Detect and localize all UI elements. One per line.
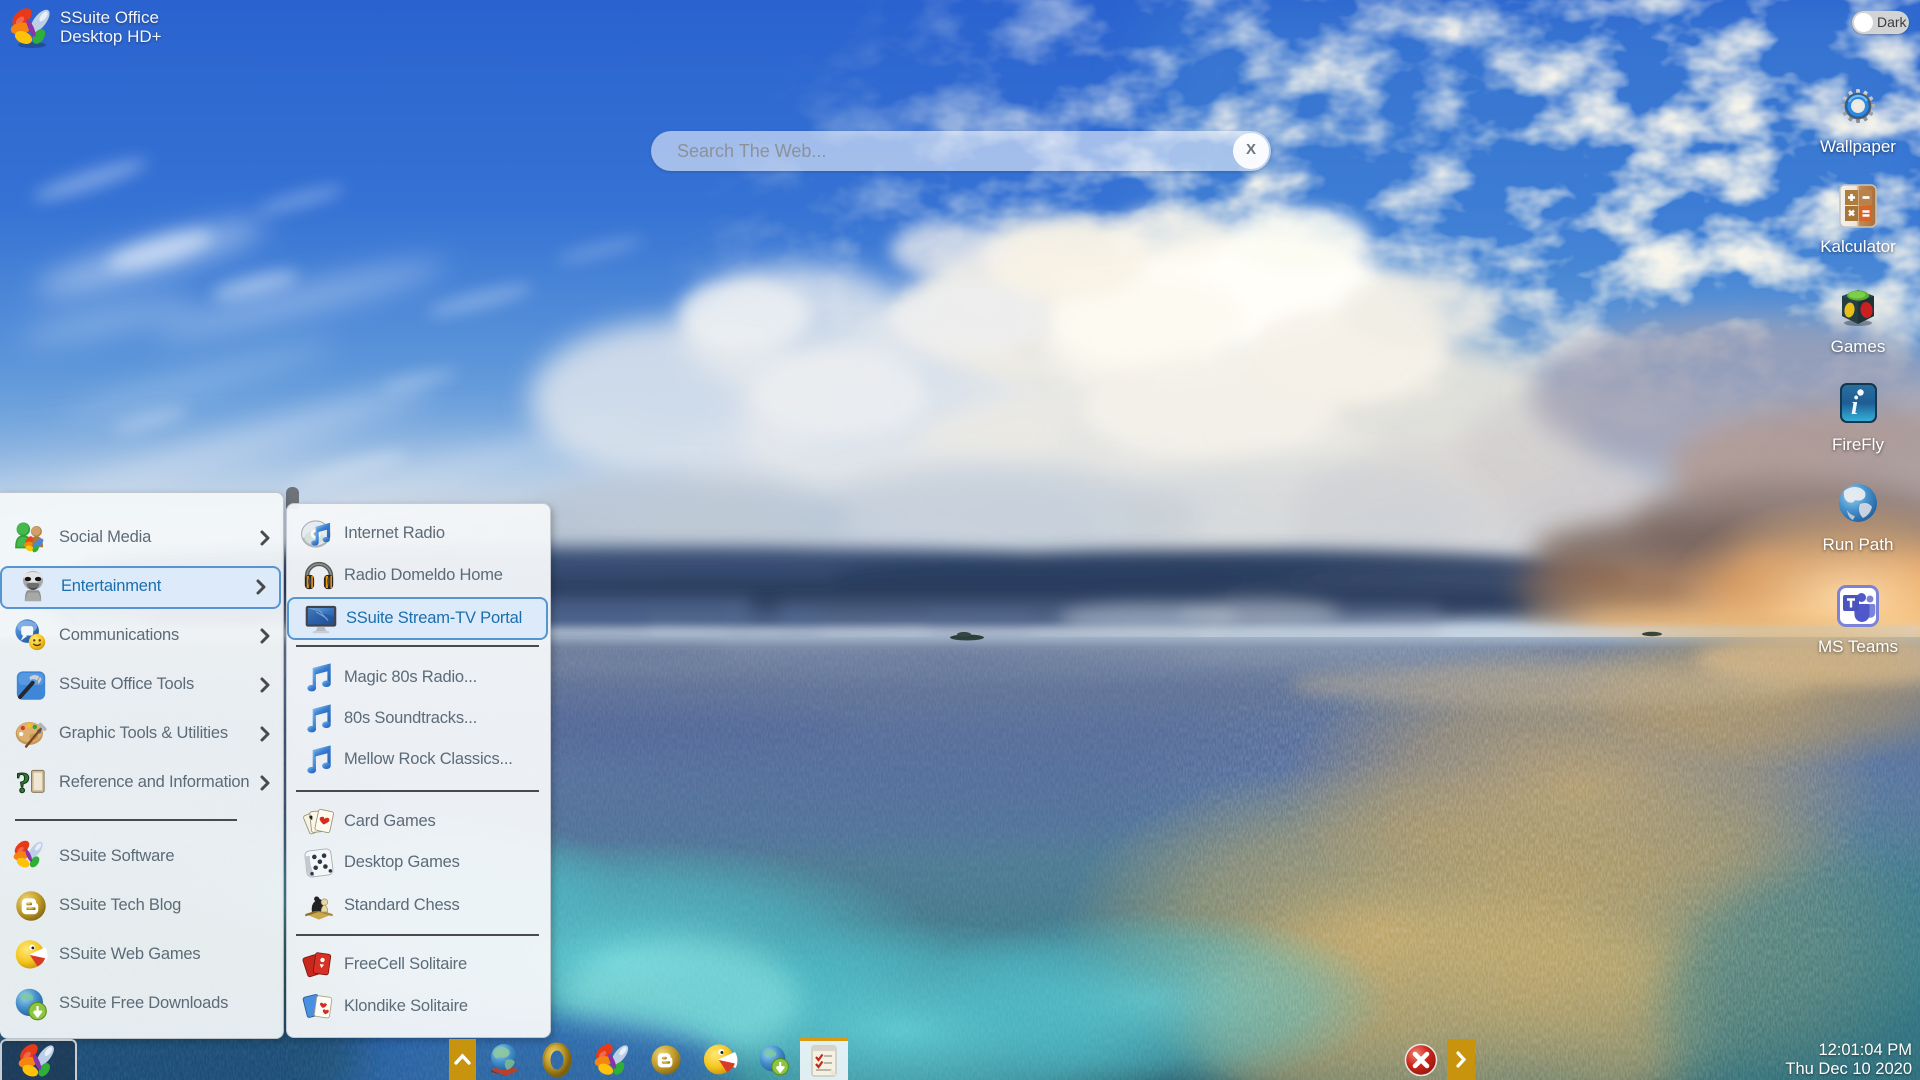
svg-text:?: ? [16, 767, 31, 799]
svg-text:i: i [1851, 391, 1859, 420]
